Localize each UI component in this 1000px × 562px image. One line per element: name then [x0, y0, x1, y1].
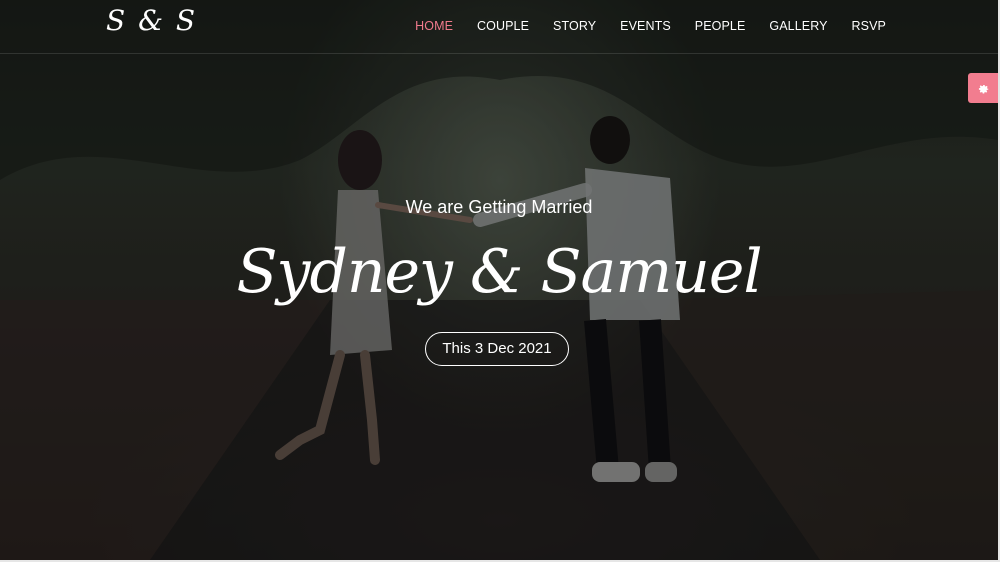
nav-couple[interactable]: COUPLE — [477, 19, 529, 33]
wedding-date-button[interactable]: This 3 Dec 2021 — [425, 332, 569, 366]
nav-rsvp[interactable]: RSVP — [852, 19, 886, 33]
nav-events[interactable]: EVENTS — [620, 19, 671, 33]
site-logo[interactable]: S & S — [106, 4, 197, 37]
settings-button[interactable] — [968, 73, 998, 103]
nav-story[interactable]: STORY — [553, 19, 596, 33]
hero-section: S & S HOME COUPLE STORY EVENTS PEOPLE GA… — [0, 0, 998, 560]
hero-tagline: We are Getting Married — [405, 197, 593, 217]
nav-people[interactable]: PEOPLE — [695, 19, 746, 33]
couple-names-heading: Sydney & Samuel — [236, 237, 762, 307]
nav-gallery[interactable]: GALLERY — [769, 19, 827, 33]
top-navbar: S & S HOME COUPLE STORY EVENTS PEOPLE GA… — [0, 0, 998, 54]
main-menu: HOME COUPLE STORY EVENTS PEOPLE GALLERY … — [391, 19, 886, 33]
gear-icon — [978, 85, 989, 94]
nav-home[interactable]: HOME — [415, 19, 453, 33]
